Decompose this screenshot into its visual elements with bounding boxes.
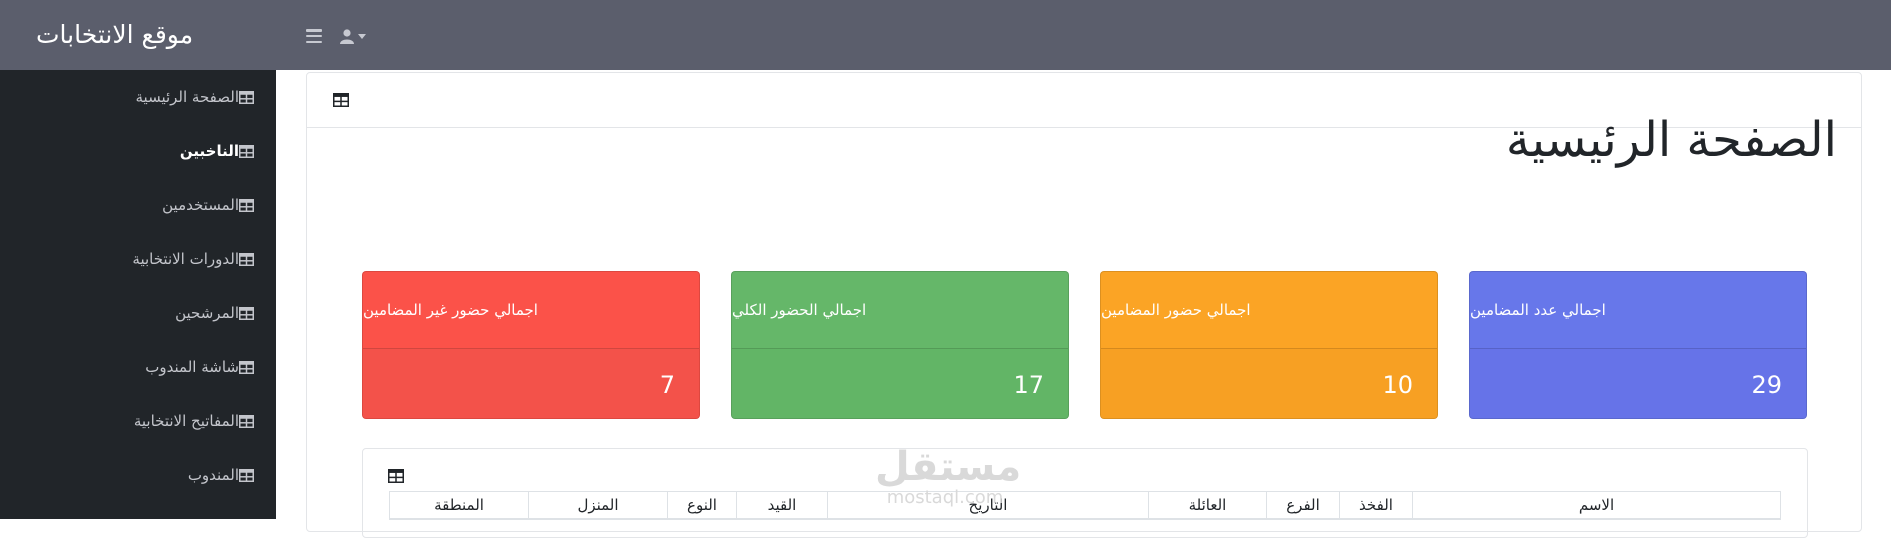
stat-value: 10 bbox=[1382, 371, 1413, 399]
col-header-name[interactable]: الاسم bbox=[1412, 491, 1781, 520]
sidebar-item-delegate[interactable]: المندوب bbox=[0, 448, 276, 502]
col-header-house[interactable]: المنزل bbox=[528, 491, 668, 520]
sidebar-item-home[interactable]: الصفحة الرئيسية bbox=[0, 70, 276, 124]
stat-card-guaranteed-count: اجمالي عدد المضامين 29 bbox=[1469, 271, 1807, 419]
stat-card-guaranteed-attendance: اجمالي حضور المضامين 10 bbox=[1100, 271, 1438, 419]
table-icon bbox=[239, 90, 254, 104]
sidebar-item-label: الدورات الانتخابية bbox=[132, 250, 239, 268]
col-header-region[interactable]: المنطقة bbox=[389, 491, 529, 520]
table-icon bbox=[388, 469, 404, 483]
page-title: الصفحة الرئيسية bbox=[1505, 112, 1837, 168]
table-icon bbox=[239, 306, 254, 320]
table-icon bbox=[239, 468, 254, 482]
col-header-type[interactable]: النوع bbox=[667, 491, 737, 520]
top-icons bbox=[306, 24, 366, 48]
sidebar-item-candidates[interactable]: المرشحين bbox=[0, 286, 276, 340]
stat-card-absent-non-guaranteed: اجمالي حضور غير المضامين 7 bbox=[362, 271, 700, 419]
table-icon bbox=[239, 252, 254, 266]
col-header-clan[interactable]: الفخذ bbox=[1339, 491, 1413, 520]
table-header-row: المنطقة المنزل النوع القيد التاريخ العائ… bbox=[389, 491, 1781, 520]
stat-value: 29 bbox=[1751, 371, 1782, 399]
voters-table-card: المنطقة المنزل النوع القيد التاريخ العائ… bbox=[362, 448, 1808, 538]
table-icon bbox=[239, 198, 254, 212]
sidebar-item-label: المندوب bbox=[187, 466, 239, 484]
stat-label: اجمالي عدد المضامين bbox=[1470, 301, 1606, 319]
sidebar-item-label: الصفحة الرئيسية bbox=[135, 88, 240, 106]
table-icon bbox=[239, 360, 254, 374]
sidebar-item-delegate-screen[interactable]: شاشة المندوب bbox=[0, 340, 276, 394]
user-icon bbox=[340, 28, 354, 44]
col-header-registration[interactable]: القيد bbox=[736, 491, 828, 520]
stat-label: اجمالي حضور غير المضامين bbox=[363, 301, 538, 319]
sidebar-item-label: الناخبين bbox=[179, 142, 239, 160]
col-header-family[interactable]: العائلة bbox=[1148, 491, 1267, 520]
sidebar-item-label: شاشة المندوب bbox=[145, 358, 239, 376]
col-header-branch[interactable]: الفرع bbox=[1266, 491, 1340, 520]
stat-card-total-attendance: اجمالي الحضور الكلي 17 bbox=[731, 271, 1069, 419]
voters-table: المنطقة المنزل النوع القيد التاريخ العائ… bbox=[389, 491, 1781, 520]
sidebar-item-users[interactable]: المستخدمين bbox=[0, 178, 276, 232]
sidebar-item-label: المرشحين bbox=[175, 304, 239, 322]
table-icon bbox=[333, 93, 349, 107]
watermark-logo: مستقل mostaql.com bbox=[875, 444, 1022, 508]
brand-title[interactable]: موقع الانتخابات bbox=[0, 0, 276, 70]
sidebar: الصفحة الرئيسية الناخبين المستخدمين الدو… bbox=[0, 70, 276, 519]
stat-label: اجمالي الحضور الكلي bbox=[732, 301, 867, 319]
stat-value: 17 bbox=[1013, 371, 1044, 399]
table-icon bbox=[239, 144, 254, 158]
sidebar-item-election-keys[interactable]: المفاتيح الانتخابية bbox=[0, 394, 276, 448]
top-navbar: موقع الانتخابات bbox=[0, 0, 1891, 70]
sidebar-item-label: المفاتيح الانتخابية bbox=[133, 412, 239, 430]
sidebar-item-voters[interactable]: الناخبين bbox=[0, 124, 276, 178]
chevron-down-icon bbox=[358, 33, 366, 39]
user-dropdown[interactable] bbox=[340, 28, 366, 44]
hamburger-icon[interactable] bbox=[306, 29, 322, 43]
stat-value: 7 bbox=[659, 371, 675, 399]
stat-label: اجمالي حضور المضامين bbox=[1101, 301, 1251, 319]
sidebar-item-label: المستخدمين bbox=[162, 196, 239, 214]
sidebar-item-election-cycles[interactable]: الدورات الانتخابية bbox=[0, 232, 276, 286]
table-icon bbox=[239, 414, 254, 428]
